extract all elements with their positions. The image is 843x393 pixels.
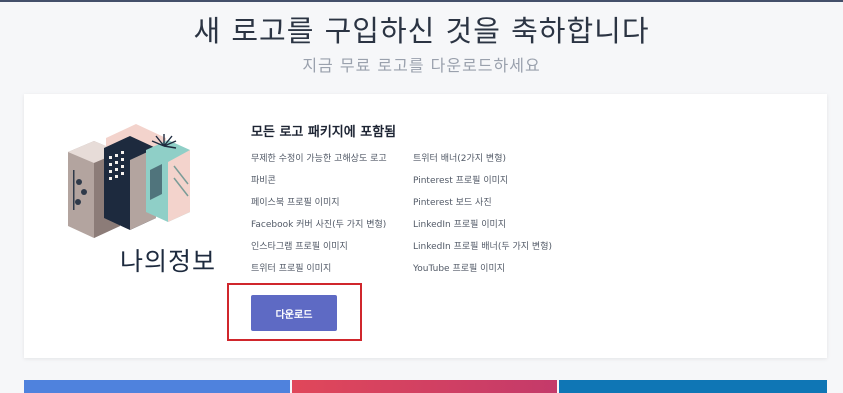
package-items-left: 무제한 수정이 가능한 고해상도 로고 파비콘 페이스북 프로필 이미지 Fac… [251, 153, 387, 285]
download-highlight-box [227, 283, 362, 341]
pinterest-share-button[interactable] [292, 380, 557, 393]
package-item: Facebook 커버 사진(두 가지 변형) [251, 220, 387, 230]
page-title: 새 로고를 구입하신 것을 축하합니다 [193, 14, 650, 48]
package-item: 무제한 수정이 가능한 고해상도 로고 [251, 154, 387, 164]
logo-preview: 나의정보 [64, 108, 224, 288]
package-item: LinkedIn 프로필 배너(두 가지 변형) [413, 242, 552, 252]
package-item: 파비콘 [251, 176, 276, 186]
logo-text: 나의정보 [120, 247, 217, 276]
package-item: Pinterest 프로필 이미지 [413, 176, 509, 186]
package-items-right: 트위터 배너(2가지 변형) Pinterest 프로필 이미지 Pintere… [413, 153, 552, 285]
logo-package-card: 나의정보 모든 로고 패키지에 포함됨 무제한 수정이 가능한 고해상도 로고 … [24, 94, 827, 358]
facebook-share-button[interactable] [24, 380, 290, 393]
city-buildings-logo-icon [68, 124, 190, 238]
package-item: 인스타그램 프로필 이미지 [251, 242, 348, 252]
package-item: 페이스북 프로필 이미지 [251, 198, 340, 208]
package-item: YouTube 프로필 이미지 [413, 264, 505, 274]
linkedin-share-button[interactable] [559, 380, 827, 393]
page-subtitle: 지금 무료 로고를 다운로드하세요 [302, 56, 541, 75]
package-item: LinkedIn 프로필 이미지 [413, 220, 507, 230]
package-item: 트위터 배너(2가지 변형) [413, 154, 506, 164]
top-border [0, 0, 843, 2]
package-item: 트위터 프로필 이미지 [251, 264, 332, 274]
package-title: 모든 로고 패키지에 포함됨 [251, 125, 397, 140]
package-item: Pinterest 보드 사진 [413, 198, 492, 208]
